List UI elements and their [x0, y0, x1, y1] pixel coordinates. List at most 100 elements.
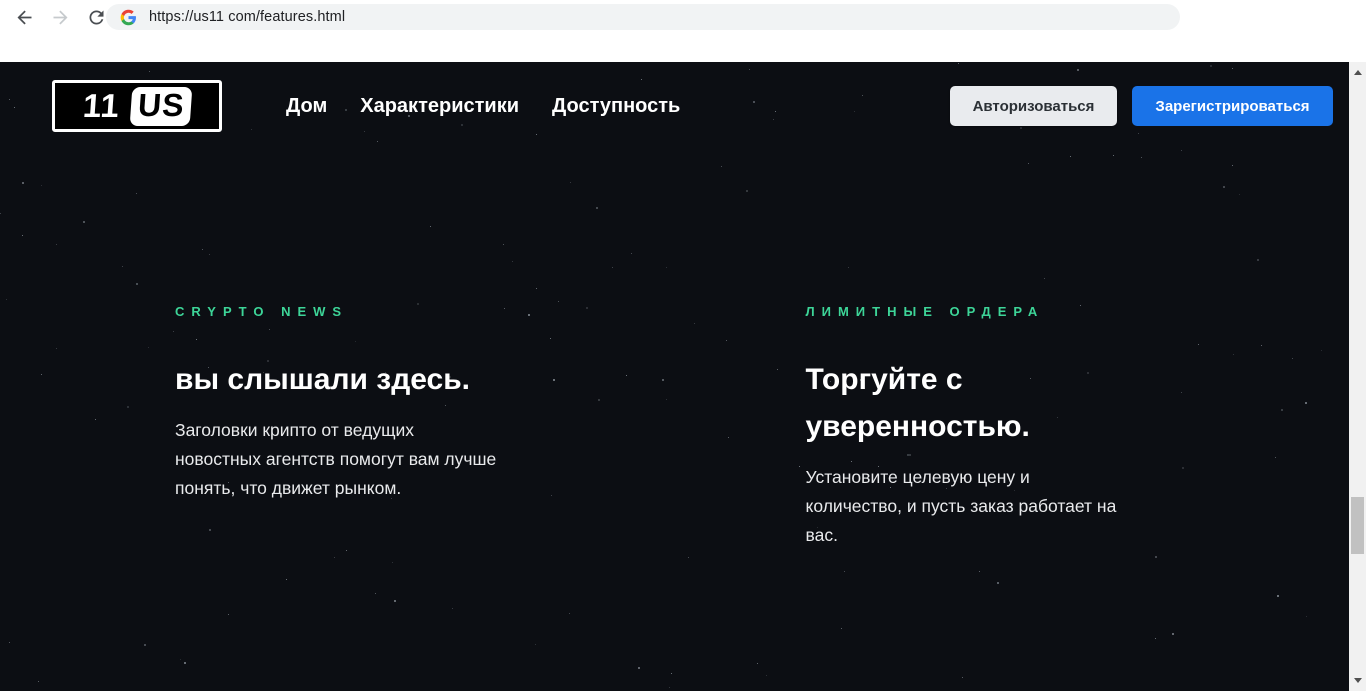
star-dot	[612, 267, 613, 268]
address-bar[interactable]: https://us11 com/features.html	[106, 4, 1180, 30]
star-dot	[9, 642, 10, 643]
star-dot	[83, 221, 85, 223]
star-dot	[757, 663, 758, 664]
star-dot	[1239, 194, 1240, 195]
star-dot	[1281, 409, 1283, 411]
star-dot	[22, 235, 23, 236]
star-dot	[1113, 155, 1114, 156]
star-dot	[671, 673, 672, 674]
star-dot	[202, 249, 203, 250]
star-dot	[38, 681, 39, 682]
star-dot	[95, 419, 96, 420]
star-dot	[1155, 556, 1157, 558]
star-dot	[173, 331, 174, 332]
star-dot	[1233, 354, 1234, 355]
scrollbar-thumb[interactable]	[1351, 497, 1364, 554]
star-dot	[392, 562, 393, 563]
register-button[interactable]: Зарегистрироваться	[1132, 86, 1333, 126]
star-dot	[136, 283, 138, 285]
star-dot	[536, 288, 537, 289]
star-dot	[1277, 595, 1279, 597]
feature-eyebrow: ЛИМИТНЫЕ ОРДЕРА	[805, 304, 1045, 319]
star-dot	[1198, 344, 1199, 345]
star-dot	[1232, 165, 1233, 166]
feature-body: Заголовки крипто от ведущих новостных аг…	[175, 420, 497, 498]
feature-crypto-news: CRYPTO NEWS вы слышали здесь. Заголовки …	[175, 304, 561, 550]
star-dot	[844, 571, 845, 572]
star-dot	[569, 613, 570, 614]
star-dot	[1257, 259, 1259, 261]
star-dot	[997, 582, 999, 584]
star-dot	[41, 374, 42, 375]
star-dot	[148, 347, 149, 348]
star-dot	[558, 301, 559, 302]
login-button[interactable]: Авторизоваться	[950, 86, 1117, 126]
page-content: 11 US Дом Характеристики Доступность Авт…	[0, 62, 1349, 691]
scroll-up-icon[interactable]	[1349, 64, 1366, 81]
vertical-scrollbar[interactable]	[1349, 62, 1366, 691]
star-dot	[1261, 345, 1262, 346]
star-dot	[746, 190, 748, 192]
star-dot	[1044, 278, 1045, 279]
star-dot	[1223, 186, 1225, 188]
star-dot	[375, 593, 376, 594]
star-dot	[1155, 638, 1156, 639]
nav-link-features[interactable]: Характеристики	[360, 95, 519, 118]
star-dot	[1028, 163, 1029, 164]
star-dot	[228, 614, 229, 615]
forward-arrow-icon[interactable]	[46, 3, 74, 31]
star-dot	[536, 134, 537, 135]
feature-title: Торгуйте с уверенностью.	[805, 363, 1030, 443]
feature-title: вы слышали здесь.	[175, 363, 470, 396]
google-g-icon	[120, 9, 136, 25]
star-dot	[848, 267, 849, 268]
star-dot	[962, 677, 963, 678]
scroll-down-icon[interactable]	[1349, 672, 1366, 689]
star-dot	[1141, 157, 1142, 158]
url-text: https://us11 com/features.html	[149, 9, 346, 25]
star-dot	[144, 644, 146, 646]
star-dot	[503, 244, 504, 245]
site-logo[interactable]: 11 US	[52, 80, 222, 132]
main-nav: Дом Характеристики Доступность	[286, 95, 680, 118]
site-header: 11 US Дом Характеристики Доступность Авт…	[0, 62, 1349, 132]
star-dot	[669, 687, 670, 688]
star-dot	[1321, 350, 1322, 351]
star-dot	[1070, 156, 1071, 157]
star-dot	[979, 571, 980, 572]
star-dot	[1138, 133, 1139, 134]
star-dot	[56, 348, 57, 349]
star-dot	[452, 608, 453, 609]
browser-chrome: https://us11 com/features.html	[0, 0, 1366, 62]
star-dot	[766, 675, 767, 676]
auth-buttons: Авторизоваться Зарегистрироваться	[950, 86, 1333, 126]
star-dot	[127, 406, 129, 408]
star-dot	[41, 185, 42, 186]
star-dot	[631, 253, 632, 254]
star-dot	[209, 254, 210, 255]
star-dot	[184, 662, 186, 664]
star-dot	[286, 579, 287, 580]
nav-link-availability[interactable]: Доступность	[552, 95, 680, 118]
star-dot	[0, 213, 1, 214]
star-dot	[346, 550, 347, 551]
feature-columns: CRYPTO NEWS вы слышали здесь. Заголовки …	[175, 304, 1191, 550]
nav-link-home[interactable]: Дом	[286, 95, 327, 118]
feature-body: Установите целевую цену и количество, и …	[805, 467, 1117, 545]
star-dot	[22, 182, 24, 184]
star-dot	[430, 226, 431, 227]
star-dot	[512, 261, 513, 262]
star-dot	[1306, 616, 1307, 617]
logo-number: 11	[81, 87, 122, 124]
star-dot	[721, 166, 722, 167]
star-dot	[1181, 150, 1182, 151]
star-dot	[180, 659, 181, 660]
star-dot	[1292, 358, 1293, 359]
logo-letters: US	[129, 86, 193, 126]
star-dot	[535, 644, 536, 645]
star-dot	[136, 193, 137, 194]
star-dot	[334, 557, 335, 558]
star-dot	[841, 628, 842, 629]
back-arrow-icon[interactable]	[10, 3, 38, 31]
star-dot	[56, 244, 57, 245]
